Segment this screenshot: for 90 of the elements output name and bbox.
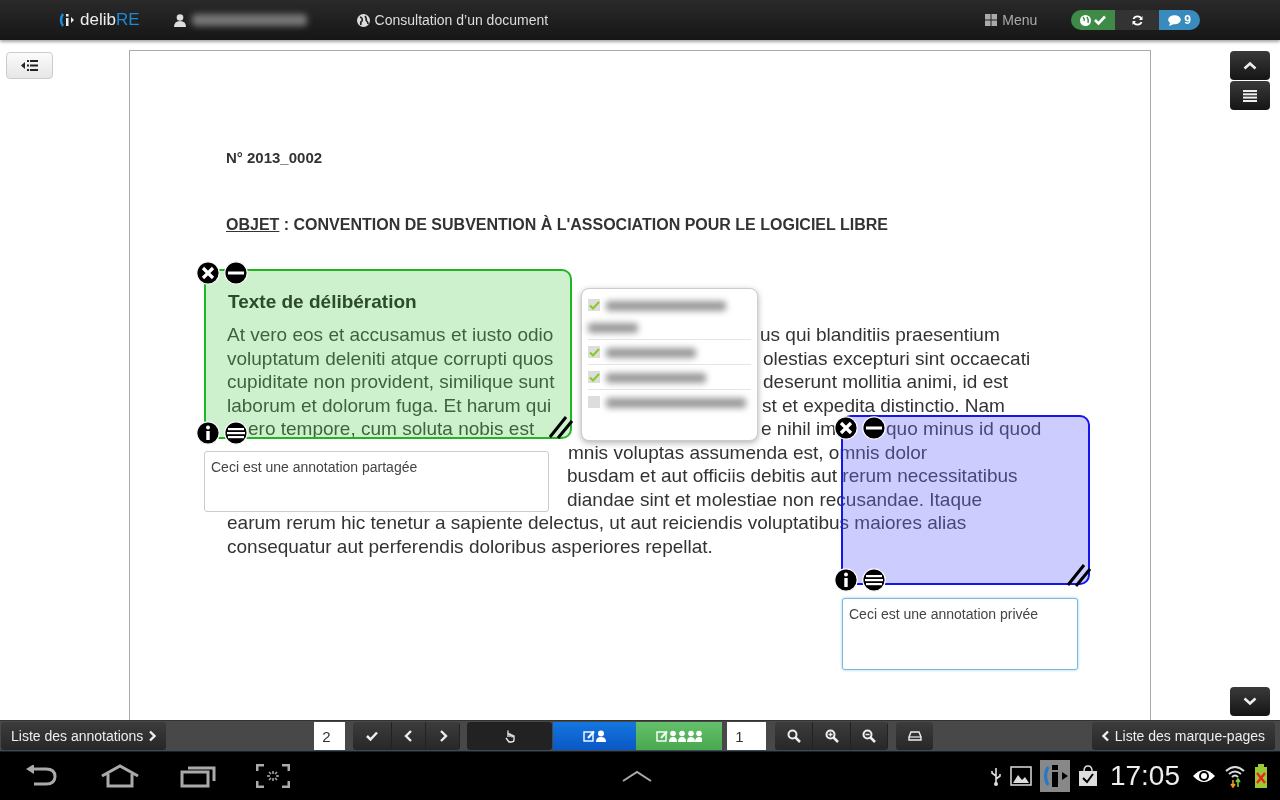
menu-icon[interactable] — [862, 568, 886, 592]
body-text: cupiditate non provident, similique sunt — [227, 371, 555, 393]
body-text: consequatur aut perferendis doloribus asperiores repellat. — [227, 535, 713, 558]
drive-icon — [907, 729, 922, 743]
edit-users-icon — [656, 730, 703, 742]
speech-bubble-icon — [1168, 14, 1182, 26]
outline-toggle-button[interactable] — [6, 52, 53, 79]
document-number: N° 2013_0002 — [226, 149, 324, 166]
body-text: voluptatum deleniti atque corrupti quos — [227, 347, 554, 370]
previous-button[interactable] — [392, 722, 427, 750]
recent-apps-icon[interactable] — [180, 764, 216, 788]
checkbox[interactable] — [588, 396, 600, 408]
refresh-icon — [1131, 14, 1143, 26]
search-icon — [786, 729, 801, 743]
image-icon — [1009, 766, 1032, 786]
resize-handle-icon[interactable] — [1067, 561, 1091, 587]
clock-time: 17:05 — [1109, 760, 1180, 792]
body-text: ero tempore, cum soluta nobis est — [248, 418, 535, 440]
bookmarks-list-button[interactable]: Liste des marque-pages — [1091, 722, 1275, 750]
annotation-field[interactable]: Ceci est une annotation partagée — [204, 451, 549, 512]
chevron-up-icon[interactable] — [622, 770, 652, 782]
checkbox[interactable] — [588, 299, 600, 311]
body-text: At vero eos et accusamus et iusto odio — [227, 324, 554, 346]
chevron-up-icon — [1243, 61, 1257, 70]
zoom-out-icon — [862, 729, 877, 743]
zoom-in-icon — [824, 729, 839, 743]
minus-icon[interactable] — [862, 416, 886, 440]
document-subject: OBJET : CONVENTION DE SUBVENTION À L'ASSOCIATION POUR LE LOGICIEL LIBRE — [226, 216, 889, 234]
user-icon — [173, 13, 186, 27]
checkbox[interactable] — [588, 371, 600, 383]
minus-icon[interactable] — [224, 261, 248, 285]
body-text: olestias excepturi sint occaecati — [763, 347, 1031, 370]
logo-text: delibRE — [80, 10, 140, 30]
info-icon[interactable] — [834, 568, 858, 592]
annotation-title: Texte de délibération — [228, 291, 417, 313]
page-title: Consultation d’un document — [374, 12, 549, 28]
checkbox[interactable] — [588, 346, 600, 358]
scroll-up-button[interactable] — [1230, 51, 1270, 80]
menu-icon — [1243, 89, 1257, 102]
messages-button[interactable]: 9 — [1159, 10, 1200, 30]
menu-icon[interactable] — [224, 421, 248, 445]
zoom-out-button[interactable] — [851, 722, 889, 750]
close-icon[interactable] — [196, 261, 220, 285]
body-text: st et expedita distinctio. Nam — [762, 394, 1005, 417]
menu-button[interactable] — [1230, 81, 1270, 110]
close-icon[interactable] — [834, 416, 858, 440]
list-icon — [21, 59, 38, 72]
online-status-button[interactable] — [1071, 10, 1116, 30]
body-text: deserunt mollitia animi, id est — [763, 371, 1008, 393]
pointer-tool-button[interactable] — [467, 722, 553, 750]
annotations-list-button[interactable]: Liste des annotations — [1, 722, 167, 750]
body-text: quo minus id quod — [886, 418, 1042, 440]
edit-user-icon — [582, 730, 607, 742]
globe-icon — [356, 13, 370, 27]
print-button[interactable] — [896, 722, 934, 750]
usb-icon — [989, 766, 1002, 786]
scroll-down-button[interactable] — [1230, 687, 1270, 716]
zoom-field[interactable]: 1 — [727, 722, 767, 750]
grid-icon — [985, 14, 998, 26]
menu-button[interactable]: Menu — [985, 12, 1038, 28]
chevron-left-icon — [1101, 730, 1110, 742]
eye-icon — [1192, 767, 1216, 785]
app-info-icon — [1039, 760, 1070, 792]
body-text: laborum et dolorum fuga. Et harum qui — [227, 394, 552, 417]
shopping-bag-check-icon — [1077, 765, 1098, 787]
sync-button[interactable] — [1115, 10, 1160, 30]
chevron-right-icon — [148, 730, 157, 742]
next-button[interactable] — [426, 722, 461, 750]
private-annotation-button[interactable] — [553, 722, 637, 750]
check-icon — [1094, 15, 1107, 25]
globe-icon — [1080, 14, 1092, 26]
blurred-name — [588, 323, 638, 333]
battery-icon — [1254, 764, 1268, 788]
zoom-in-button[interactable] — [813, 722, 852, 750]
logo-mark-icon — [59, 11, 77, 29]
body-text: e nihil im — [761, 418, 836, 440]
body-text: us qui blanditiis praesentium — [760, 324, 1000, 346]
shared-annotation-button[interactable] — [636, 722, 723, 750]
resize-handle-icon[interactable] — [549, 413, 573, 439]
chevron-down-icon — [1243, 697, 1257, 706]
page-field[interactable]: 2 — [314, 722, 346, 750]
annotation-field[interactable]: Ceci est une annotation privée — [842, 598, 1078, 670]
zoom-fit-button[interactable] — [775, 722, 814, 750]
check-icon — [365, 729, 380, 743]
info-icon[interactable] — [196, 421, 220, 445]
home-icon[interactable] — [100, 764, 140, 788]
wifi-icon — [1224, 764, 1246, 788]
screenshot-icon[interactable] — [256, 764, 290, 788]
validate-button[interactable] — [353, 722, 393, 750]
body-text: busdam et aut officiis debitis aut rerum necessitatibus — [567, 465, 1018, 487]
